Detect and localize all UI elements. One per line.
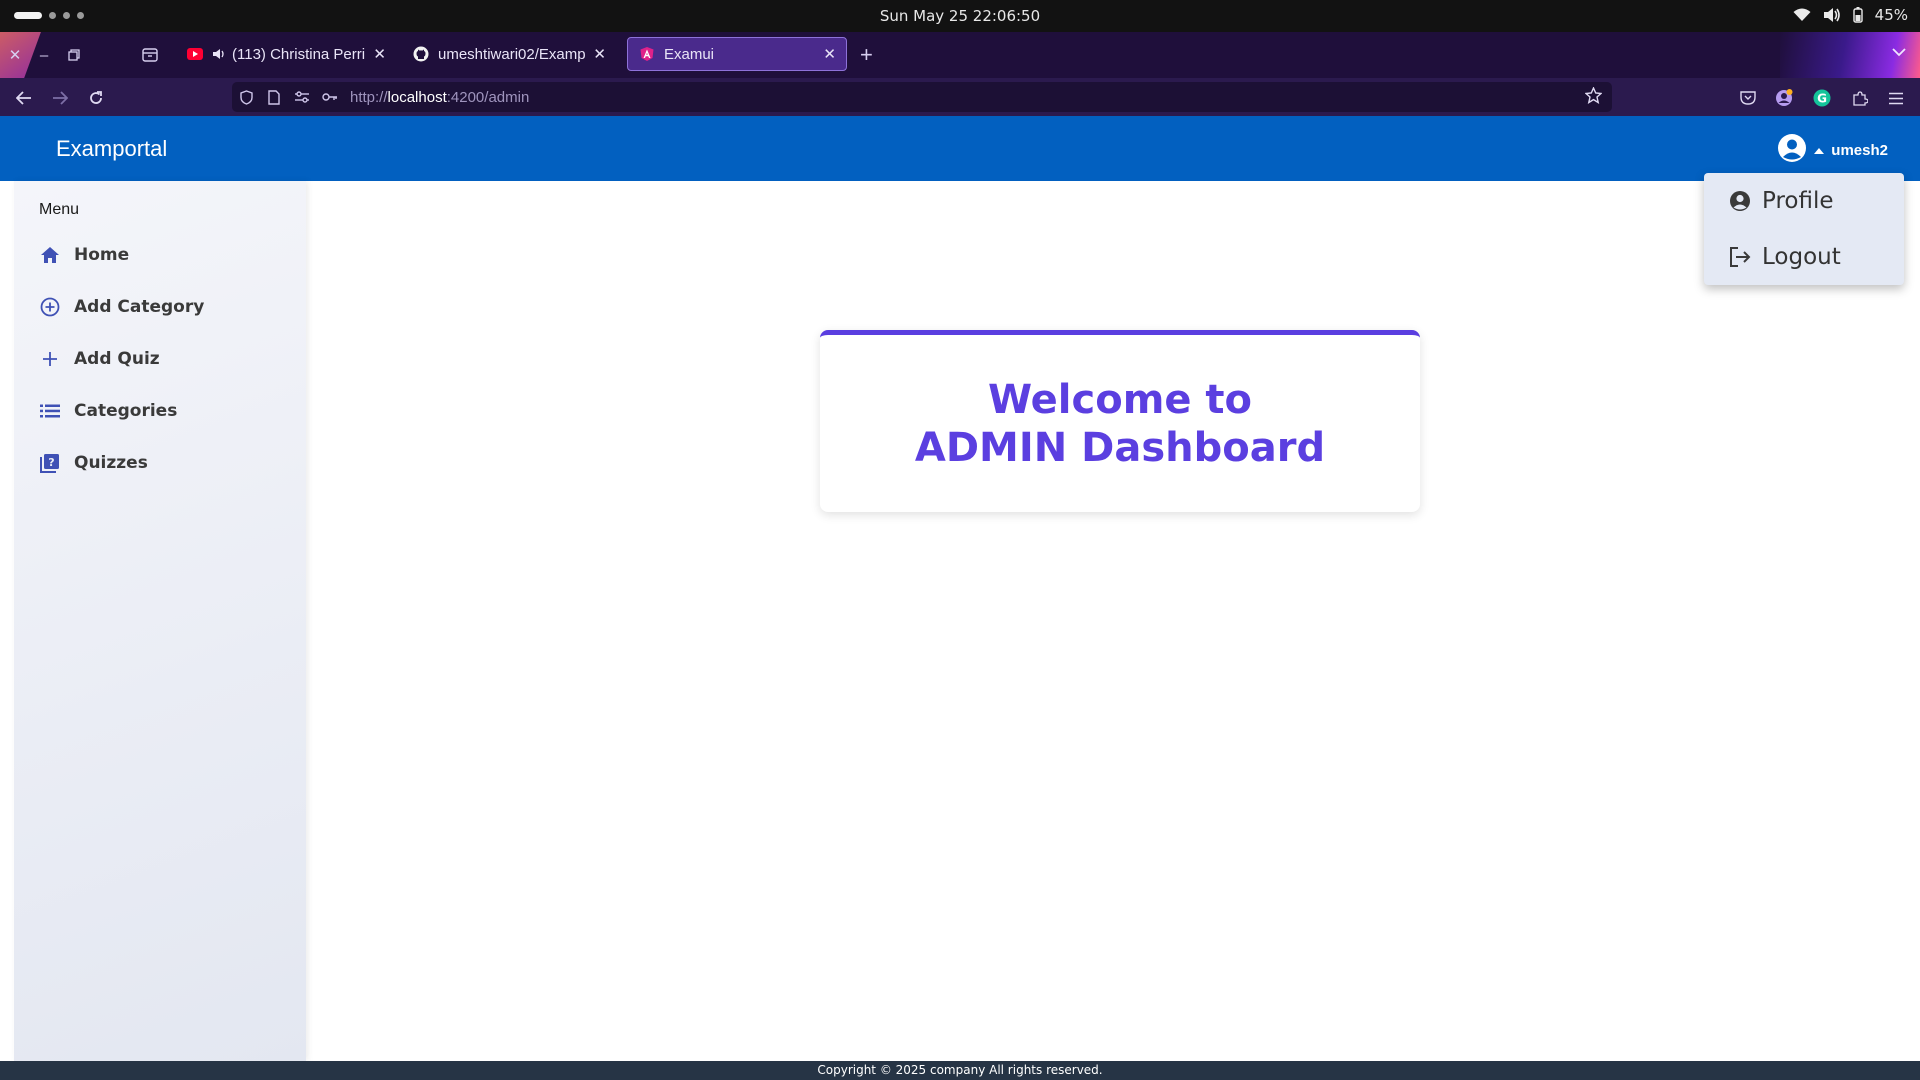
bookmark-star-icon[interactable] bbox=[1584, 86, 1603, 109]
github-icon bbox=[412, 45, 430, 63]
menu-heading: Menu bbox=[39, 201, 80, 218]
volume-icon bbox=[1823, 7, 1841, 23]
system-status-area[interactable]: 45% bbox=[1793, 6, 1908, 24]
svg-text:G: G bbox=[1817, 92, 1827, 106]
home-icon bbox=[38, 243, 62, 267]
plus-icon bbox=[38, 347, 62, 371]
profile-label: Profile bbox=[1762, 188, 1834, 214]
extensions-icon[interactable] bbox=[1849, 87, 1871, 109]
close-tab-icon[interactable]: ✕ bbox=[823, 45, 836, 63]
sidebar-item-label: Add Category bbox=[74, 297, 205, 317]
sidebar-item-quizzes[interactable]: ? Quizzes bbox=[38, 447, 288, 479]
username: umesh2 bbox=[1831, 142, 1888, 159]
url-scheme: http:// bbox=[350, 88, 388, 106]
system-clock[interactable]: Sun May 25 22:06:50 bbox=[0, 7, 1920, 25]
close-window-icon[interactable]: ✕ bbox=[4, 44, 26, 66]
grammarly-icon[interactable]: G bbox=[1811, 87, 1833, 109]
logout-menu-item[interactable]: Logout bbox=[1728, 239, 1841, 275]
angular-icon bbox=[638, 45, 656, 63]
tab-examui[interactable]: Examui ✕ bbox=[627, 37, 847, 71]
footer-copyright: Copyright © 2025 company All rights rese… bbox=[0, 1061, 1920, 1080]
sidebar-item-add-category[interactable]: Add Category bbox=[38, 291, 288, 323]
restore-window-icon[interactable] bbox=[63, 44, 85, 66]
sidebar: Menu Home Add Category Add Quiz Categori… bbox=[14, 181, 306, 1061]
list-icon bbox=[38, 399, 62, 423]
url-bar[interactable]: http://localhost:4200/admin bbox=[232, 82, 1612, 112]
tab-youtube[interactable]: (113) Christina Perri - A ✕ bbox=[176, 37, 396, 71]
user-menu-trigger[interactable]: umesh2 bbox=[1777, 133, 1888, 168]
sidebar-item-label: Home bbox=[74, 245, 130, 265]
sidebar-item-categories[interactable]: Categories bbox=[38, 395, 288, 427]
speaker-icon[interactable] bbox=[212, 45, 226, 63]
reload-icon[interactable] bbox=[85, 87, 107, 109]
tab-title: Examui bbox=[664, 45, 715, 63]
quiz-icon: ? bbox=[38, 451, 62, 475]
close-tab-icon[interactable]: ✕ bbox=[593, 45, 606, 63]
shield-icon[interactable] bbox=[232, 89, 260, 105]
brand-title[interactable]: Examportal bbox=[56, 136, 167, 162]
chevron-down-icon[interactable] bbox=[1892, 44, 1906, 62]
firefox-view-icon[interactable] bbox=[139, 44, 161, 66]
account-circle-icon bbox=[1777, 133, 1807, 168]
url-text[interactable]: http://localhost:4200/admin bbox=[350, 89, 529, 106]
sidebar-item-label: Add Quiz bbox=[74, 349, 160, 369]
tab-github[interactable]: umeshtiwari02/Examport ✕ bbox=[402, 37, 616, 71]
minimize-window-icon[interactable]: – bbox=[33, 44, 55, 66]
svg-text:?: ? bbox=[48, 456, 54, 469]
pocket-icon[interactable] bbox=[1737, 87, 1759, 109]
user-dropdown-menu: Profile Logout bbox=[1704, 173, 1904, 285]
sidebar-item-label: Categories bbox=[74, 401, 178, 421]
close-tab-icon[interactable]: ✕ bbox=[373, 45, 386, 63]
caret-up-icon bbox=[1813, 142, 1825, 160]
new-tab-icon[interactable]: + bbox=[860, 42, 873, 68]
account-icon[interactable] bbox=[1773, 87, 1795, 109]
welcome-heading: Welcome to ADMIN Dashboard bbox=[914, 376, 1326, 471]
app-header: Examportal umesh2 bbox=[0, 116, 1920, 181]
logout-label: Logout bbox=[1762, 244, 1841, 270]
back-arrow-icon[interactable] bbox=[13, 87, 35, 109]
url-path: :4200/admin bbox=[446, 88, 530, 106]
welcome-card: Welcome to ADMIN Dashboard bbox=[820, 330, 1420, 512]
browser-tab-strip: ✕ – (113) Christina Perri - A ✕ umeshtiw… bbox=[0, 32, 1920, 78]
page-info-icon[interactable] bbox=[260, 89, 288, 105]
url-host: localhost bbox=[387, 88, 447, 106]
key-icon[interactable] bbox=[316, 92, 344, 102]
wifi-icon bbox=[1793, 8, 1811, 22]
youtube-icon bbox=[186, 45, 204, 63]
account-circle-icon bbox=[1728, 190, 1752, 212]
tab-title: (113) Christina Perri - A bbox=[232, 45, 366, 63]
os-top-bar: Sun May 25 22:06:50 45% bbox=[0, 0, 1920, 32]
battery-icon bbox=[1852, 7, 1863, 23]
browser-nav-bar: http://localhost:4200/admin G bbox=[0, 78, 1920, 116]
add-circle-icon bbox=[38, 295, 62, 319]
sidebar-item-label: Quizzes bbox=[74, 453, 148, 473]
battery-percentage: 45% bbox=[1874, 6, 1908, 24]
logout-icon bbox=[1728, 247, 1752, 267]
hamburger-menu-icon[interactable] bbox=[1885, 87, 1907, 109]
profile-menu-item[interactable]: Profile bbox=[1728, 183, 1834, 219]
tab-title: umeshtiwari02/Examport bbox=[438, 45, 586, 63]
sidebar-item-home[interactable]: Home bbox=[38, 239, 288, 271]
sidebar-item-add-quiz[interactable]: Add Quiz bbox=[38, 343, 288, 375]
permissions-icon[interactable] bbox=[288, 91, 316, 103]
forward-arrow-icon[interactable] bbox=[49, 87, 71, 109]
